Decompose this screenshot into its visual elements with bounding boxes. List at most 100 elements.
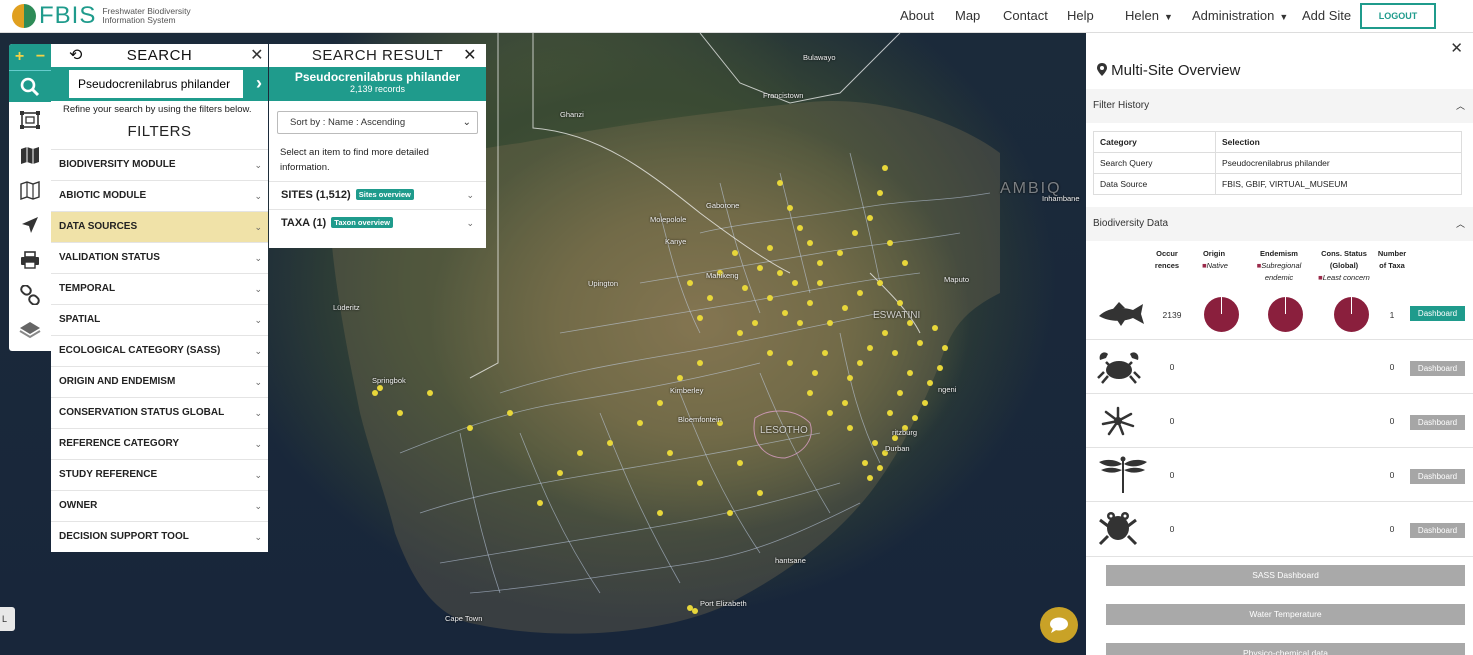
sites-chevron-down-icon: ⌄ — [466, 190, 474, 200]
zoom-out-button[interactable]: − — [36, 48, 45, 66]
fish-dashboard-button[interactable]: Dashboard — [1410, 306, 1465, 321]
user-caret-icon: ▼ — [1163, 12, 1173, 22]
filter-label: Origin and Endemism — [59, 376, 176, 387]
taxon-row-fish: 2139 1 Dashboard — [1086, 290, 1473, 340]
filter-study-reference[interactable]: Study Reference ⌄ — [51, 459, 268, 490]
algae-occurrences: 0 — [1169, 416, 1175, 426]
frog-dashboard-button[interactable]: Dashboard — [1410, 523, 1465, 538]
search-tool-button[interactable] — [9, 70, 51, 102]
filter-reference-category[interactable]: Reference Category ⌄ — [51, 428, 268, 459]
filter-origin-and-endemism[interactable]: Origin and Endemism ⌄ — [51, 366, 268, 397]
print-button[interactable] — [9, 242, 51, 277]
algae-dashboard-button[interactable]: Dashboard — [1410, 415, 1465, 430]
cons-status-pie-chart — [1334, 297, 1369, 332]
chat-button[interactable] — [1040, 607, 1078, 643]
dragonfly-dashboard-button[interactable]: Dashboard — [1410, 469, 1465, 484]
col-cons-legend: ■Least concern — [1314, 272, 1374, 284]
col-cons-line2: (Global) — [1329, 261, 1359, 270]
sort-select-value: Sort by : Name : Ascending — [290, 117, 406, 128]
search-go-icon[interactable]: › — [256, 73, 262, 94]
locate-button[interactable] — [9, 207, 51, 242]
col-origin: Origin — [1202, 249, 1226, 258]
nav-user-menu[interactable]: Helen ▼ — [1125, 8, 1173, 23]
search-panel: ⟲ SEARCH ✕ › Refine your search by using… — [51, 44, 268, 552]
map-label-kanye: Kanye — [665, 237, 687, 246]
nav-help[interactable]: Help — [1067, 8, 1094, 23]
taxa-accordion[interactable]: TAXA (1) Taxon overview ⌄ — [269, 209, 486, 237]
close-result-panel-icon[interactable]: ✕ — [463, 44, 477, 67]
filter-label: Conservation Status Global — [59, 407, 225, 418]
sites-accordion[interactable]: SITES (1,512) Sites overview ⌄ — [269, 181, 486, 209]
sites-overview-badge[interactable]: Sites overview — [355, 189, 414, 200]
filter-spatial[interactable]: Spatial ⌄ — [51, 304, 268, 335]
map-layers-icon — [21, 146, 39, 164]
sort-select[interactable]: Sort by : Name : Ascending ⌄ — [277, 111, 478, 134]
layers-button[interactable] — [9, 312, 51, 347]
origin-pie-chart — [1204, 297, 1239, 332]
crab-occurrences: 0 — [1169, 362, 1175, 372]
filter-conservation-status-global[interactable]: Conservation Status Global ⌄ — [51, 397, 268, 428]
close-overview-icon[interactable]: ✕ — [1450, 39, 1463, 57]
cons-legend-label: Least concern — [1322, 273, 1370, 282]
layer-toggle-button[interactable]: L — [0, 607, 15, 631]
chevron-down-icon: ⌄ — [254, 439, 262, 449]
water-temperature-button[interactable]: Water Temperature — [1106, 604, 1465, 625]
filter-owner[interactable]: Owner ⌄ — [51, 490, 268, 521]
map-layers-button[interactable] — [9, 137, 51, 172]
top-navbar: FBIS Freshwater Biodiversity Information… — [0, 0, 1473, 33]
filter-history-section[interactable]: Filter History ︿ — [1086, 89, 1473, 123]
biodiversity-data-section[interactable]: Biodiversity Data ︿ — [1086, 207, 1473, 241]
table-cell: FBIS, GBIF, VIRTUAL_MUSEUM — [1215, 173, 1462, 195]
map-label-pietermaritzburg: ritzburg — [892, 428, 918, 437]
logout-button[interactable]: LOGOUT — [1360, 3, 1436, 29]
endemism-legend-label2: endemic — [1264, 273, 1294, 282]
filter-ecological-category-sass[interactable]: Ecological Category (SASS) ⌄ — [51, 335, 268, 366]
filter-decision-support-tool[interactable]: Decision Support Tool ⌄ — [51, 521, 268, 552]
sass-dashboard-button[interactable]: SASS Dashboard — [1106, 565, 1465, 586]
brand-subtitle-line2: Information System — [102, 15, 176, 25]
filters-title: FILTERS — [127, 123, 192, 140]
filter-abiotic-module[interactable]: Abiotic Module ⌄ — [51, 180, 268, 211]
taxon-overview-badge[interactable]: Taxon overview — [331, 217, 394, 228]
filter-biodiversity-module[interactable]: Biodiversity Module ⌄ — [51, 149, 268, 180]
result-species-banner: Pseudocrenilabrus philander 2,139 record… — [269, 67, 486, 101]
taxon-row-algae: 0 0 Dashboard — [1086, 394, 1473, 448]
nav-administration-menu[interactable]: Administration ▼ — [1192, 8, 1288, 23]
map-label-francistown: Francistown — [763, 91, 804, 100]
map-toolbar: + − — [9, 44, 51, 351]
result-species-name: Pseudocrenilabrus philander — [294, 70, 461, 84]
endemism-pie-chart — [1268, 297, 1303, 332]
nav-map[interactable]: Map — [955, 8, 980, 23]
zoom-in-button[interactable]: + — [15, 48, 24, 66]
basemap-button[interactable] — [9, 172, 51, 207]
fbis-logo[interactable]: FBIS Freshwater Biodiversity Information… — [12, 2, 191, 29]
nav-about[interactable]: About — [900, 8, 934, 23]
nav-contact[interactable]: Contact — [1003, 8, 1048, 23]
select-area-button[interactable] — [9, 102, 51, 137]
taxa-label: TAXA (1) — [281, 217, 327, 229]
physico-chemical-button[interactable]: Physico-chemical data — [1106, 643, 1465, 655]
nav-add-site[interactable]: Add Site — [1302, 8, 1351, 23]
reset-search-icon[interactable]: ⟲ — [69, 44, 83, 67]
link-button[interactable] — [9, 277, 51, 312]
multi-site-overview-panel: ✕ Multi-Site Overview Filter History ︿ C… — [1086, 33, 1473, 655]
map-label-luderitz: Lüderitz — [333, 303, 360, 312]
filter-label: Spatial — [59, 314, 101, 325]
sites-label: SITES (1,512) — [281, 189, 351, 201]
filter-validation-status[interactable]: Validation Status ⌄ — [51, 242, 268, 273]
filter-temporal[interactable]: Temporal ⌄ — [51, 273, 268, 304]
table-row: Search Query Pseudocrenilabrus philander — [1093, 152, 1462, 174]
search-input[interactable] — [69, 70, 243, 98]
table-cell: Data Source — [1093, 173, 1216, 195]
admin-caret-icon: ▼ — [1279, 12, 1289, 22]
biodiversity-data-label: Biodiversity Data — [1093, 218, 1169, 229]
close-search-panel-icon[interactable]: ✕ — [250, 44, 264, 67]
filter-data-sources[interactable]: Data Sources ⌄ — [51, 211, 268, 242]
search-hint: Refine your search by using the filters … — [63, 104, 252, 115]
print-icon — [21, 250, 39, 269]
user-name: Helen — [1125, 8, 1159, 23]
zoom-controls: + − — [9, 44, 51, 70]
crab-dashboard-button[interactable]: Dashboard — [1410, 361, 1465, 376]
filter-label: Ecological Category (SASS) — [59, 345, 221, 356]
filter-history-header-selection: Selection — [1215, 131, 1462, 153]
